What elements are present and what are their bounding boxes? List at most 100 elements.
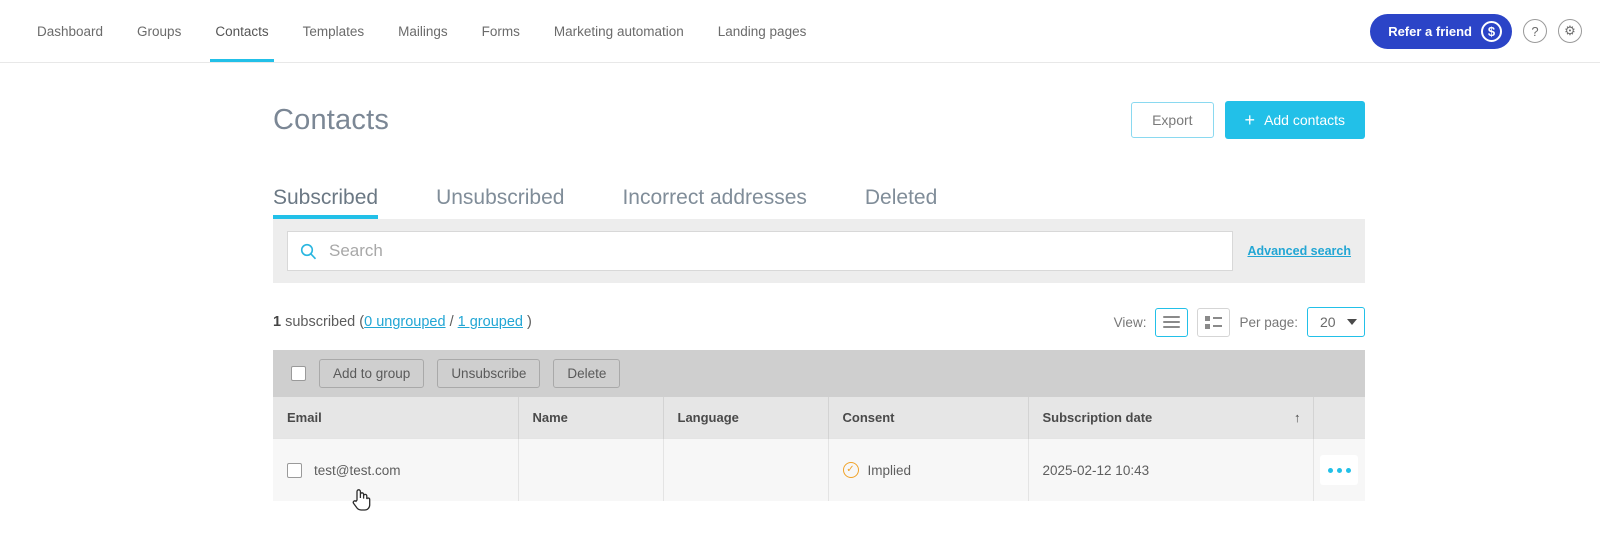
help-icon[interactable]: ? [1523,19,1547,43]
chevron-down-icon [1347,319,1357,325]
cell-consent: ✓ Implied [828,438,1029,501]
consent-label: Implied [867,462,912,478]
content-column: Contacts Export + Add contacts Subscribe… [273,96,1365,501]
dot [1345,467,1351,473]
grid-view-icon[interactable] [1197,307,1231,337]
nav-item-groups[interactable]: Groups [120,0,198,62]
list-bar [1163,321,1181,323]
contacts-tabs: Subscribed Unsubscribed Incorrect addres… [273,181,1365,219]
dollar-circle-icon: $ [1481,20,1502,42]
view-label: View: [1113,314,1147,330]
search-input[interactable] [327,240,1221,262]
cell-actions [1313,438,1365,501]
view-controls: View: Per page: 20 [1114,307,1365,337]
help-glyph: ? [1531,23,1539,39]
column-header-email[interactable]: Email [273,397,519,439]
nav-item-templates[interactable]: Templates [286,0,382,62]
advanced-search-link[interactable]: Advanced search [1247,244,1351,258]
grid-square [1205,323,1211,329]
unsubscribe-button[interactable]: Unsubscribe [437,359,541,388]
refer-a-friend-button[interactable]: Refer a friend $ [1370,13,1512,49]
table-row[interactable]: test@test.com ✓ Implied 2025-02-12 10:43 [273,438,1365,501]
page-header: Contacts Export + Add contacts [273,96,1365,144]
nav-item-label: Mailings [398,23,448,39]
nav-item-label: Landing pages [717,23,807,39]
search-box[interactable] [287,231,1234,271]
nav-item-landing-pages[interactable]: Landing pages [701,0,824,62]
ungrouped-link[interactable]: 0 ungrouped [364,314,445,330]
grid-square [1205,315,1211,321]
more-options-icon[interactable] [1320,455,1359,485]
per-page-select[interactable]: 20 [1307,307,1365,337]
per-page-label: Per page: [1239,314,1298,330]
email-cell-inner: test@test.com [273,462,518,478]
cell-name [518,438,664,501]
list-view-icon[interactable] [1155,307,1189,337]
grouped-link[interactable]: 1 grouped [458,314,523,330]
subscribed-word: subscribed [285,314,356,330]
add-contacts-button[interactable]: + Add contacts [1224,101,1365,139]
column-header-language[interactable]: Language [663,397,829,439]
summary-row: 1 subscribed (0 ungrouped / 1 grouped ) … [273,305,1365,339]
tab-label: Deleted [864,186,938,209]
gear-glyph: ⚙ [1564,23,1576,38]
tab-label: Incorrect addresses [622,186,807,209]
nav-item-label: Dashboard [37,23,104,39]
contacts-table: Email Name Language Consent Subscription… [273,397,1365,501]
column-header-name[interactable]: Name [518,397,664,439]
close-paren: ) [526,314,532,330]
add-contacts-label: Add contacts [1264,112,1345,128]
cell-language [663,438,829,501]
summary-separator: / [449,314,454,330]
tab-unsubscribed[interactable]: Unsubscribed [436,186,564,219]
tab-deleted[interactable]: Deleted [865,186,937,219]
tab-label: Subscribed [273,186,379,209]
delete-button[interactable]: Delete [553,359,621,388]
nav-item-label: Groups [137,23,182,39]
select-all-checkbox[interactable] [291,366,306,381]
nav-right-controls: Refer a friend $ ? ⚙ [1370,0,1582,62]
row-checkbox[interactable] [287,462,302,478]
nav-items: Dashboard Groups Contacts Templates Mail… [0,0,823,62]
table-head: Email Name Language Consent Subscription… [273,397,1365,439]
column-header-actions [1313,397,1365,439]
plus-icon: + [1244,110,1256,130]
column-header-subscription-date[interactable]: Subscription date ↑ [1028,397,1314,439]
tab-incorrect-addresses[interactable]: Incorrect addresses [622,186,806,219]
top-navigation-bar: Dashboard Groups Contacts Templates Mail… [0,0,1600,63]
nav-item-marketing-automation[interactable]: Marketing automation [537,0,701,62]
dot [1336,467,1342,473]
contacts-table-wrapper: Add to group Unsubscribe Delete Email Na… [273,350,1365,501]
table-bulk-toolbar: Add to group Unsubscribe Delete [273,350,1365,397]
subscribed-summary: 1 subscribed (0 ungrouped / 1 grouped ) [273,314,532,330]
table-header-row: Email Name Language Consent Subscription… [273,397,1365,439]
nav-item-label: Forms [481,23,520,39]
settings-gear-icon[interactable]: ⚙ [1558,19,1582,43]
table-body: test@test.com ✓ Implied 2025-02-12 10:43 [273,438,1365,501]
contact-email[interactable]: test@test.com [314,463,400,478]
nav-item-dashboard[interactable]: Dashboard [20,0,120,62]
page-title: Contacts [273,103,390,136]
nav-item-forms[interactable]: Forms [465,0,537,62]
nav-item-label: Marketing automation [553,23,684,39]
consent-badge: ✓ Implied [842,462,1028,478]
list-bar [1163,316,1181,318]
grid-line [1205,315,1223,321]
list-bar [1163,326,1181,328]
column-header-label: Subscription date [1042,410,1153,425]
nav-item-label: Contacts [215,23,269,39]
nav-item-label: Templates [302,23,365,39]
add-to-group-button[interactable]: Add to group [319,359,425,388]
grid-bar [1213,317,1223,319]
nav-item-contacts[interactable]: Contacts [198,0,285,62]
column-header-consent[interactable]: Consent [828,397,1029,439]
search-icon [300,243,317,259]
search-bar-region: Advanced search [273,219,1365,283]
page-body: Contacts Export + Add contacts Subscribe… [0,63,1600,501]
check-circle-icon: ✓ [842,462,859,478]
tab-subscribed[interactable]: Subscribed [273,186,379,219]
export-button[interactable]: Export [1131,102,1214,138]
page-header-actions: Export + Add contacts [1131,101,1365,139]
refer-a-friend-label: Refer a friend [1388,23,1472,39]
nav-item-mailings[interactable]: Mailings [381,0,465,62]
